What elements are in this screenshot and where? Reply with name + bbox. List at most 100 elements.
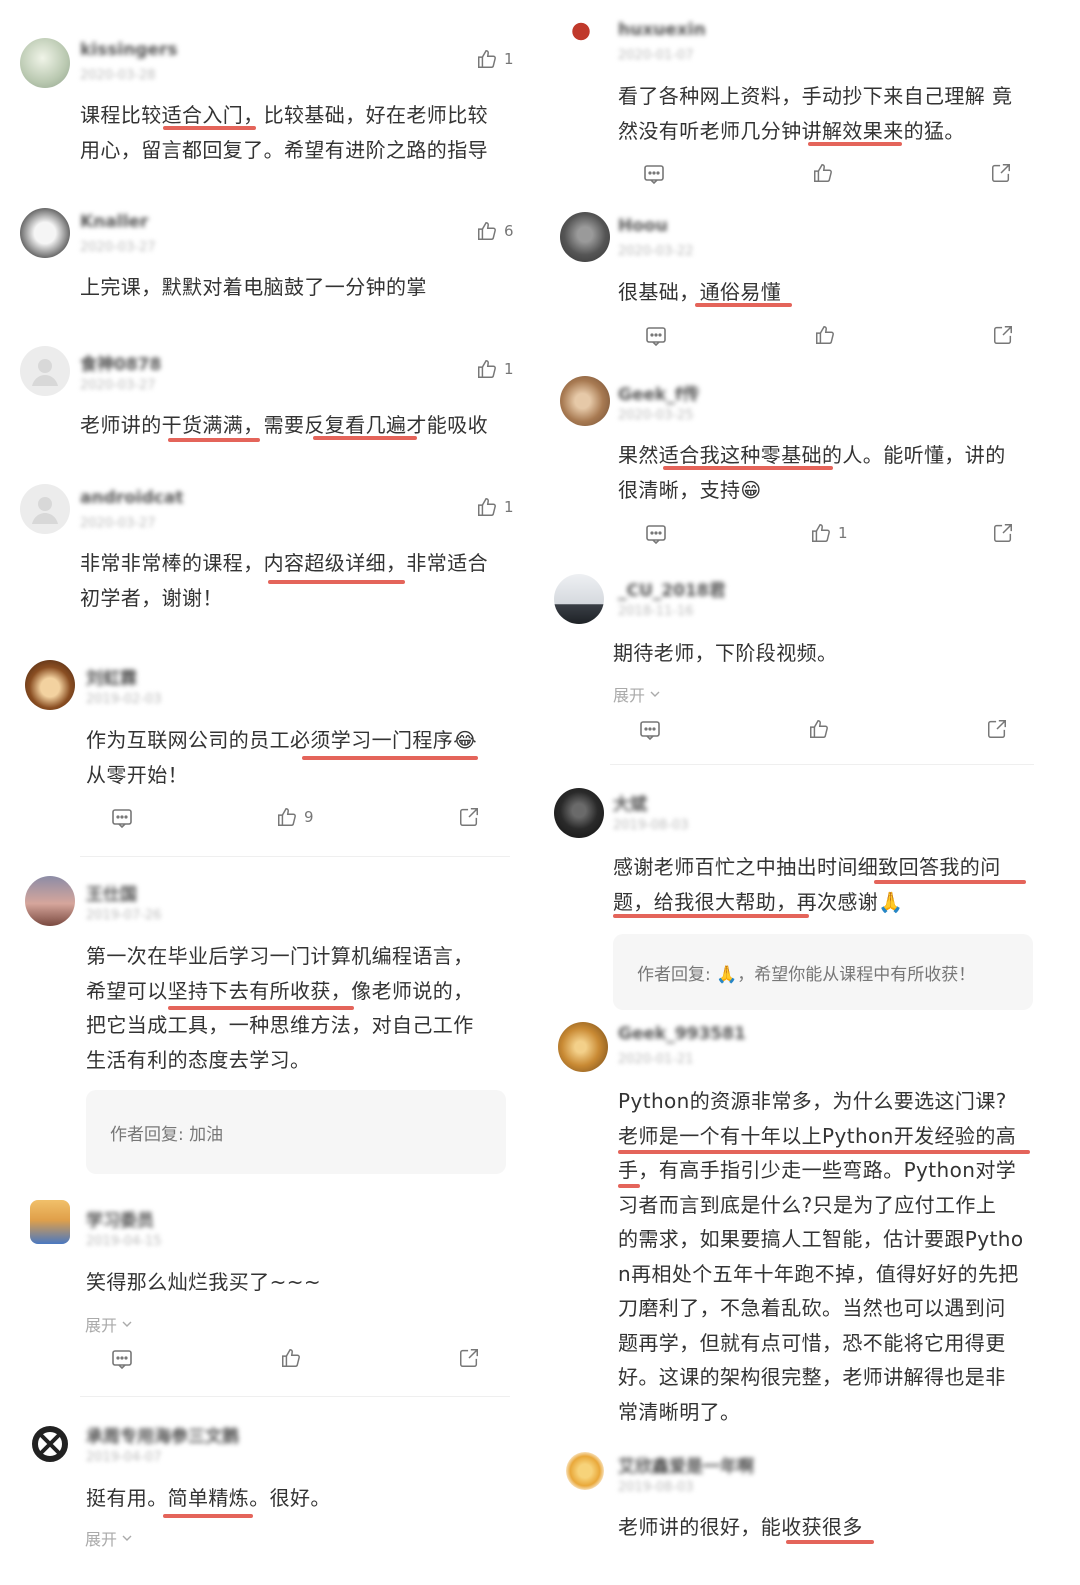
avatar[interactable] [20,484,70,534]
chevron-down-icon [120,1531,134,1545]
username[interactable]: 王仕国 [86,880,137,905]
like-count: 1 [504,50,514,68]
thumbs-up-icon [810,522,832,544]
username[interactable]: Geek_f传 [618,380,699,405]
username[interactable]: androidcat [80,488,183,508]
divider [80,856,510,857]
comment-icon[interactable] [110,1347,134,1371]
share-icon[interactable] [992,522,1014,544]
comment-text: 上完课，默默对着电脑鼓了一分钟的掌 [80,275,427,299]
username[interactable]: huxuexin [618,20,706,40]
highlight-underline [313,436,417,440]
username[interactable]: 食神0878 [80,350,161,375]
avatar[interactable] [30,1200,70,1244]
avatar[interactable] [25,876,75,926]
username[interactable]: 承周专用海参三文鹅 [86,1422,239,1447]
like-button[interactable]: 1 [810,522,848,544]
like-count: 6 [504,222,514,240]
chevron-down-icon [648,687,662,701]
share-icon[interactable] [986,718,1008,740]
share-icon[interactable] [992,324,1014,346]
highlight-underline [163,1514,253,1518]
like-button[interactable]: 6 [476,220,514,242]
action-bar: 1 [540,522,1080,552]
thumbs-up-icon [280,1347,302,1369]
highlight-underline [695,303,792,307]
highlight-underline [302,756,478,760]
thumbs-up-icon [808,718,830,740]
like-button[interactable]: 9 [276,806,314,828]
avatar[interactable] [558,1022,608,1072]
comment-date: 2019-04-15 [86,1234,162,1249]
comment-date: 2020-03-27 [80,378,156,393]
comment-icon[interactable] [110,806,134,830]
avatar[interactable] [20,38,70,88]
thumbs-up-icon [476,496,498,518]
username[interactable]: kissingers [80,40,178,60]
comment-date: 2019-08-03 [613,818,689,833]
share-icon[interactable] [458,1347,480,1369]
username[interactable]: 学习委员 [86,1206,154,1231]
share-icon[interactable] [990,162,1012,184]
username[interactable]: 大斌 [613,790,647,815]
like-count: 1 [838,524,848,542]
avatar[interactable] [25,660,75,710]
action-bar [540,718,1080,748]
thumbs-up-icon [476,358,498,380]
avatar[interactable] [20,208,70,258]
like-button[interactable]: 1 [476,496,514,518]
comment-date: 2020-03-28 [80,68,156,83]
comment-icon[interactable] [644,522,668,546]
username[interactable]: Hoou [618,216,668,236]
like-button[interactable] [812,162,834,184]
comment-text: 感谢老师百忙之中抽出时间细致回答我的问 题，给我很大帮助，再次感谢🙏 [613,855,1001,914]
comment-text: Python的资源非常多，为什么要选这门课? 老师是一个有十年以上Python开… [618,1089,1024,1424]
comment-text: 期待老师，下阶段视频。 [613,641,838,665]
avatar[interactable] [560,376,610,426]
share-icon[interactable] [458,806,480,828]
expand-button[interactable]: 展开 [85,1312,134,1336]
like-button[interactable]: 1 [476,358,514,380]
username[interactable]: 刘虹霖 [86,664,137,689]
avatar[interactable] [554,788,604,838]
comment-text: 挺有用。简单精炼。很好。 [86,1486,331,1510]
comment-date: 2020-01-07 [618,48,694,63]
username[interactable]: Knaller [80,212,148,232]
avatar[interactable] [554,574,604,624]
username[interactable]: 艾欣鑫爱是一年啊 [618,1452,754,1477]
avatar[interactable] [20,346,70,396]
avatar[interactable] [560,14,602,64]
like-count: 1 [504,360,514,378]
like-button[interactable] [280,1347,302,1369]
username[interactable]: _CU_2018君 [618,576,726,601]
avatar[interactable] [566,1452,604,1490]
comment-date: 2019-07-26 [86,908,162,923]
like-button[interactable]: 1 [476,48,514,70]
highlight-underline [618,1184,640,1188]
avatar[interactable] [560,212,610,262]
thumbs-up-icon [812,162,834,184]
comment-date: 2020-03-27 [80,516,156,531]
highlight-underline [268,580,405,584]
highlight-underline [168,1006,354,1010]
expand-button[interactable]: 展开 [613,682,662,706]
highlight-underline [163,126,256,130]
thumbs-up-icon [276,806,298,828]
comment-text: 课程比较适合入门，比较基础，好在老师比较 用心，留言都回复了。希望有进阶之路的指… [80,103,488,162]
like-button[interactable] [814,324,836,346]
divider [80,1396,510,1397]
avatar[interactable] [30,1424,70,1464]
comment-icon[interactable] [642,162,666,186]
action-bar [540,162,1080,192]
highlight-underline [613,914,809,918]
comment-date: 2020-03-27 [80,240,156,255]
comment-date: 2019-08-03 [618,1480,694,1495]
thumbs-up-icon [476,48,498,70]
expand-button[interactable]: 展开 [85,1526,134,1550]
action-bar [540,324,1080,354]
username[interactable]: Geek_993581 [618,1024,746,1044]
comment-icon[interactable] [644,324,668,348]
comment-icon[interactable] [638,718,662,742]
author-reply: 作者回复: 🙏，希望你能从课程中有所收获！ [613,934,1033,1010]
like-button[interactable] [808,718,830,740]
